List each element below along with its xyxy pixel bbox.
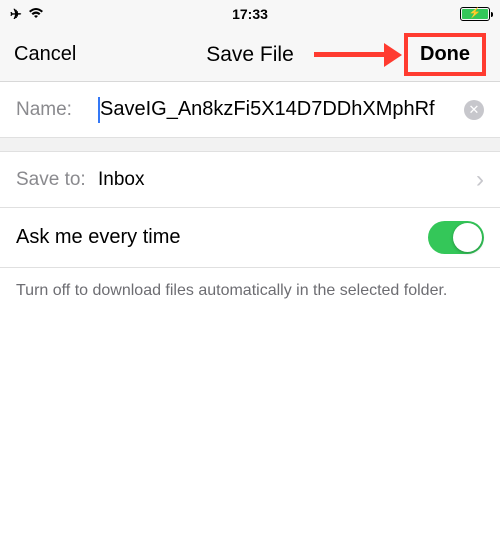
battery-icon: ⚡ <box>460 7 490 21</box>
done-button-label: Done <box>404 33 486 76</box>
row-gap <box>0 138 500 152</box>
clear-text-button[interactable]: ✕ <box>464 100 484 120</box>
save-to-row[interactable]: Save to: Inbox › <box>0 152 500 208</box>
toggle-knob <box>453 223 482 252</box>
done-button[interactable]: Done <box>404 33 486 76</box>
airplane-mode-icon: ✈ <box>10 6 22 23</box>
footer-text: Turn off to download files automatically… <box>0 268 500 314</box>
wifi-icon <box>28 6 44 22</box>
ask-every-time-label: Ask me every time <box>16 226 180 249</box>
charging-bolt-icon: ⚡ <box>469 9 481 19</box>
annotation-arrow <box>314 43 402 67</box>
save-to-label: Save to: <box>16 169 98 191</box>
close-icon: ✕ <box>469 103 480 116</box>
status-time: 17:33 <box>232 6 268 22</box>
chevron-right-icon: › <box>476 166 484 194</box>
nav-bar: Cancel Save File Done <box>0 28 500 82</box>
ask-every-time-row: Ask me every time <box>0 208 500 268</box>
content: Name: SaveIG_An8kzFi5X14D7DDhXMphRf ✕ Sa… <box>0 82 500 314</box>
status-left: ✈ <box>10 6 44 23</box>
status-bar: ✈ 17:33 ⚡ <box>0 0 500 28</box>
ask-every-time-toggle[interactable] <box>428 221 484 254</box>
page-title: Save File <box>206 43 294 67</box>
name-value: SaveIG_An8kzFi5X14D7DDhXMphRf <box>100 98 435 121</box>
name-row[interactable]: Name: SaveIG_An8kzFi5X14D7DDhXMphRf ✕ <box>0 82 500 138</box>
name-label: Name: <box>16 99 98 121</box>
status-right: ⚡ <box>460 7 490 21</box>
save-to-value: Inbox <box>98 169 476 191</box>
cancel-button[interactable]: Cancel <box>14 43 76 66</box>
name-input[interactable]: SaveIG_An8kzFi5X14D7DDhXMphRf <box>98 97 458 123</box>
